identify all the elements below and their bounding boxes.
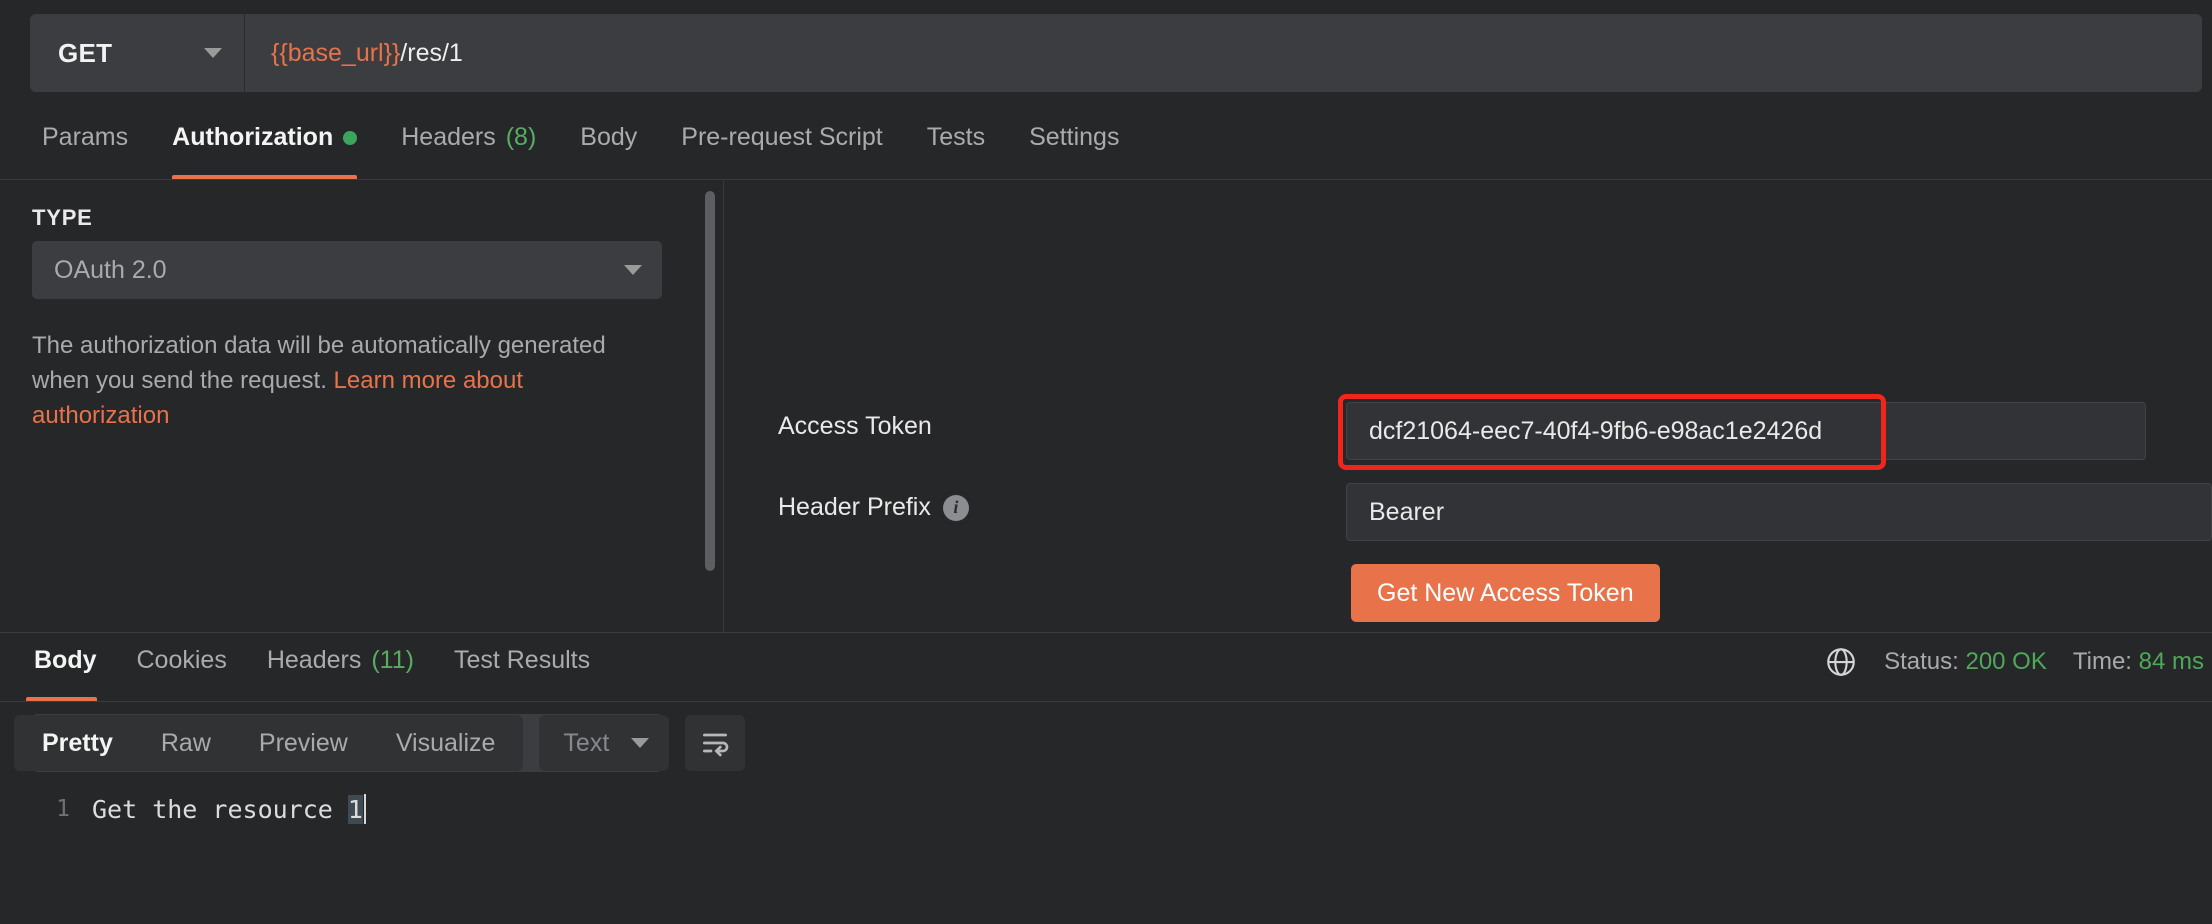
- response-format-select[interactable]: Text: [539, 715, 669, 771]
- response-status-bar: Status: 200 OK Time: 84 ms: [1824, 634, 2212, 701]
- auth-config-right-panel: Access Token dcf21064-eec7-40f4-9fb6-e98…: [725, 181, 2212, 632]
- tab-params-label: Params: [42, 123, 128, 152]
- tab-body-label: Body: [580, 123, 637, 152]
- time-badge: Time: 84 ms: [2073, 648, 2204, 676]
- url-input[interactable]: {{base_url}}/res/1: [245, 14, 2202, 92]
- response-tab-test-results-label: Test Results: [454, 646, 590, 675]
- header-prefix-label-text: Header Prefix: [778, 493, 931, 522]
- url-bar-container: GET {{base_url}}/res/1: [30, 14, 2202, 92]
- tab-pre-request-script[interactable]: Pre-request Script: [659, 110, 904, 179]
- request-tabs: Params Authorization Headers (8) Body Pr…: [0, 110, 2212, 180]
- status-value: 200 OK: [1965, 648, 2046, 675]
- view-mode-visualize[interactable]: Visualize: [372, 715, 520, 771]
- tab-authorization[interactable]: Authorization: [150, 110, 379, 179]
- url-path: /res/1: [400, 39, 463, 68]
- auth-config-left-panel: TYPE OAuth 2.0 The authorization data wi…: [0, 181, 724, 632]
- access-token-label-text: Access Token: [778, 412, 932, 441]
- status-badge: Status: 200 OK: [1884, 648, 2047, 676]
- access-token-label: Access Token: [778, 412, 932, 441]
- word-wrap-icon: [699, 727, 731, 759]
- line-number: 1: [0, 796, 92, 822]
- header-prefix-input[interactable]: Bearer: [1346, 483, 2212, 541]
- http-method-select[interactable]: GET: [30, 14, 245, 92]
- response-view-mode-group: Pretty Raw Preview Visualize: [14, 715, 523, 771]
- auth-panel-scrollbar-thumb[interactable]: [705, 191, 715, 571]
- response-tab-cookies-label: Cookies: [137, 646, 227, 675]
- response-body-viewer[interactable]: 1 Get the resource 1: [0, 783, 2212, 924]
- tab-tests[interactable]: Tests: [905, 110, 1007, 179]
- info-icon[interactable]: i: [943, 495, 969, 521]
- tab-pre-request-script-label: Pre-request Script: [681, 123, 882, 152]
- auth-description: The authorization data will be automatic…: [32, 329, 660, 433]
- authorization-pane: TYPE OAuth 2.0 The authorization data wi…: [0, 181, 2212, 633]
- tab-settings[interactable]: Settings: [1007, 110, 1141, 179]
- http-method-label: GET: [58, 38, 112, 69]
- tab-headers-count: (8): [506, 123, 537, 152]
- response-tab-cookies[interactable]: Cookies: [117, 634, 247, 701]
- access-token-value: dcf21064-eec7-40f4-9fb6-e98ac1e2426d: [1369, 417, 1822, 446]
- view-mode-raw[interactable]: Raw: [137, 715, 235, 771]
- request-url-bar: GET {{base_url}}/res/1: [0, 0, 2212, 110]
- unsaved-dot-icon: [343, 131, 357, 145]
- access-token-input[interactable]: dcf21064-eec7-40f4-9fb6-e98ac1e2426d: [1346, 402, 2146, 460]
- tab-headers-label: Headers: [401, 123, 496, 152]
- response-tab-headers-label: Headers: [267, 646, 362, 675]
- response-body-toolbar: Pretty Raw Preview Visualize Text: [0, 703, 2212, 783]
- word-wrap-button[interactable]: [685, 715, 745, 771]
- auth-type-heading: TYPE: [32, 205, 93, 231]
- time-label: Time:: [2073, 648, 2132, 675]
- code-text-before: Get the resource: [92, 795, 348, 824]
- response-tabs: Body Cookies Headers (11) Test Results S…: [0, 634, 2212, 702]
- response-tab-headers[interactable]: Headers (11): [247, 634, 434, 701]
- get-new-access-token-button[interactable]: Get New Access Token: [1351, 564, 1660, 622]
- header-prefix-label: Header Prefix i: [778, 493, 969, 522]
- view-mode-preview[interactable]: Preview: [235, 715, 372, 771]
- auth-type-select[interactable]: OAuth 2.0: [32, 241, 662, 299]
- code-text-selected: 1: [348, 795, 363, 824]
- chevron-down-icon: [204, 48, 222, 58]
- view-mode-pretty[interactable]: Pretty: [18, 715, 137, 771]
- response-tab-test-results[interactable]: Test Results: [434, 634, 610, 701]
- text-cursor-icon: [364, 794, 366, 824]
- response-tab-headers-count: (11): [371, 646, 414, 675]
- tab-settings-label: Settings: [1029, 123, 1119, 152]
- tab-headers[interactable]: Headers (8): [379, 110, 558, 179]
- tab-authorization-label: Authorization: [172, 123, 333, 152]
- header-prefix-value: Bearer: [1369, 498, 1444, 527]
- url-variable: {{base_url}}: [271, 39, 400, 68]
- code-line-text: Get the resource 1: [92, 794, 366, 824]
- response-tab-body[interactable]: Body: [14, 634, 117, 701]
- chevron-down-icon: [631, 738, 649, 748]
- tab-params[interactable]: Params: [20, 110, 150, 179]
- code-line: 1 Get the resource 1: [0, 783, 2212, 827]
- tab-tests-label: Tests: [927, 123, 985, 152]
- response-tab-body-label: Body: [34, 646, 97, 675]
- time-value: 84 ms: [2139, 648, 2204, 675]
- status-label: Status:: [1884, 648, 1959, 675]
- auth-type-value: OAuth 2.0: [54, 256, 167, 285]
- globe-icon[interactable]: [1824, 645, 1858, 679]
- chevron-down-icon: [624, 265, 642, 275]
- auth-panel-scrollbar[interactable]: [703, 191, 717, 618]
- tab-body[interactable]: Body: [558, 110, 659, 179]
- response-format-value: Text: [563, 729, 609, 758]
